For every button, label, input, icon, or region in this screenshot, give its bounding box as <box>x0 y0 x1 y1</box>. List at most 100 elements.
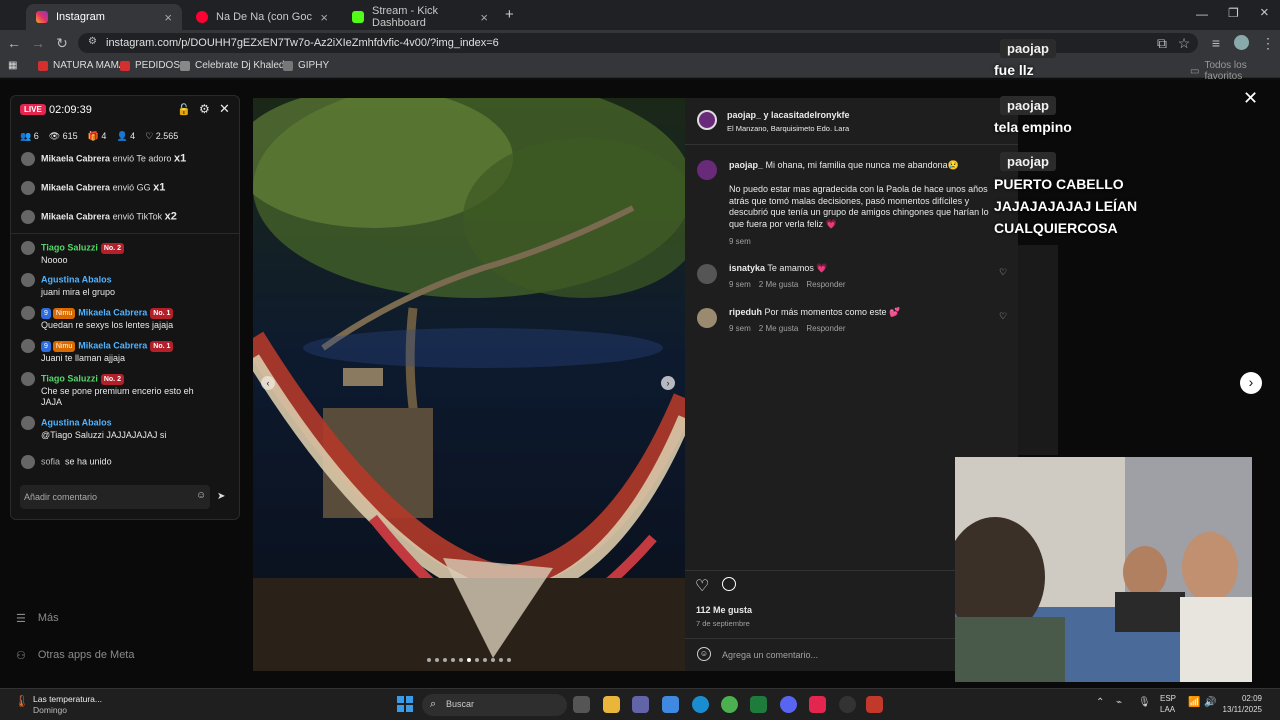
chrome-icon[interactable] <box>721 696 738 713</box>
close-tab-icon[interactable]: × <box>320 10 328 25</box>
likes-count[interactable]: 112 Me gusta <box>696 605 752 617</box>
tray-chevron-icon[interactable]: ⌃ <box>1096 697 1104 708</box>
wifi-icon[interactable]: 📶 <box>1188 697 1200 708</box>
close-window-icon[interactable]: × <box>1260 4 1269 21</box>
carousel-dot <box>507 658 511 662</box>
language-indicator[interactable]: ESP <box>1160 694 1176 703</box>
sidebar-meta-apps-label: Otras apps de Meta <box>37 649 135 661</box>
bookmark-pedidos[interactable]: PEDIDOS <box>120 60 180 71</box>
windows-start-icon[interactable] <box>397 696 413 712</box>
app-icon[interactable] <box>866 696 883 713</box>
tab-instagram[interactable]: Instagram × <box>26 4 182 30</box>
reload-icon[interactable]: ↻ <box>52 33 72 53</box>
comment-1-likes[interactable]: 2 Me gusta <box>759 280 799 289</box>
site-info-icon[interactable]: ⚙ <box>88 36 97 47</box>
new-tab-button[interactable]: + <box>505 6 514 23</box>
emoji-icon[interactable]: ☺ <box>196 490 206 501</box>
post-author[interactable]: paojap_ y lacasitadelronykfe <box>727 110 850 122</box>
overlay-message: tela empino <box>994 119 1072 135</box>
close-icon[interactable]: ✕ <box>219 101 230 117</box>
heart-icon[interactable]: ♡ <box>695 576 709 596</box>
bookmark-label: Celebrate Dj Khaled... <box>195 60 293 71</box>
carousel-dot <box>451 658 455 662</box>
menu-icon[interactable]: ⋮ <box>1258 33 1278 53</box>
obs-icon[interactable] <box>839 696 856 713</box>
all-bookmarks[interactable]: ▭ Todos los favoritos <box>1190 60 1280 82</box>
tab-kick[interactable]: Stream - Kick Dashboard × <box>342 4 498 30</box>
instagram-icon <box>36 11 48 23</box>
add-comment-input[interactable]: Agrega un comentario... <box>722 650 818 660</box>
bookmark-djkhaled[interactable]: Celebrate Dj Khaled... <box>180 60 293 71</box>
next-image-button[interactable]: › <box>661 376 675 390</box>
bookmark-icon <box>120 60 130 71</box>
chat-message: Tiago Saluzzi No. 2 Noooo <box>21 241 236 266</box>
author-avatar[interactable] <box>697 110 717 130</box>
edge-icon[interactable] <box>692 696 709 713</box>
kick-stream-overlay: LIVE 02:09:39 🔓 ⚙ ✕ 👥 6 👁 615 🎁 4 👤 4 ♡ … <box>10 95 240 520</box>
chat-message: Tiago Saluzzi No. 2 Che se pone premium en… <box>21 372 236 408</box>
caption-username[interactable]: paojap_ <box>729 160 763 170</box>
weather-subtitle: Domingo <box>33 705 68 715</box>
commenter-avatar[interactable] <box>697 308 717 328</box>
copilot-icon[interactable] <box>662 696 679 713</box>
comment-2-time: 9 sem <box>729 324 751 333</box>
tiktok-live-icon[interactable] <box>809 696 826 713</box>
bookmark-natura[interactable]: NATURA MAMA <box>38 60 126 71</box>
emoji-icon[interactable]: ☺ <box>697 647 711 661</box>
comment-2-user[interactable]: ripeduh <box>729 307 762 317</box>
profile-avatar[interactable] <box>1234 35 1249 50</box>
close-icon[interactable]: ✕ <box>1243 88 1258 109</box>
network-icon[interactable]: ⌁ <box>1116 697 1122 708</box>
teams-icon[interactable] <box>632 696 649 713</box>
bookmark-giphy[interactable]: GIPHY <box>283 60 329 71</box>
comment-1: isnatyka Te amamos 💗 <box>729 263 828 275</box>
carousel-dot <box>435 658 439 662</box>
file-explorer-icon[interactable] <box>603 696 620 713</box>
comment-icon[interactable] <box>722 577 736 591</box>
mic-icon[interactable]: 🎙 <box>1138 697 1151 708</box>
reading-list-icon[interactable]: ≡ <box>1206 33 1226 53</box>
settings-icon[interactable]: ⚙ <box>199 102 210 116</box>
like-comment-icon[interactable]: ♡ <box>999 267 1007 278</box>
prev-image-button[interactable]: ‹ <box>261 376 275 390</box>
apps-grid-icon[interactable]: ▦ <box>8 60 17 71</box>
close-tab-icon[interactable]: × <box>480 10 488 25</box>
comment-1-reply[interactable]: Responder <box>806 280 845 289</box>
send-icon[interactable]: ➤ <box>217 491 225 502</box>
minimize-icon[interactable]: — <box>1196 7 1208 21</box>
forward-icon[interactable]: → <box>28 33 48 53</box>
discord-icon[interactable] <box>780 696 797 713</box>
like-comment-icon[interactable]: ♡ <box>999 311 1007 322</box>
sidebar-meta-apps[interactable]: ⚇ Otras apps de Meta <box>16 649 134 662</box>
install-app-icon[interactable]: ⧉ <box>1152 33 1172 53</box>
taskbar-search[interactable]: ⌕ Buscar <box>422 694 567 716</box>
meta-apps-icon: ⚇ <box>16 650 26 662</box>
tab-youtube[interactable]: Na De Na (con Gocho "El L × <box>186 4 338 30</box>
page-icon <box>180 60 190 71</box>
gift-row: Mikaela Cabrera envió Te adoro x1 <box>21 152 236 166</box>
chat-input[interactable]: Añadir comentario ☺ <box>20 485 210 509</box>
excel-icon[interactable] <box>750 696 767 713</box>
clock-date[interactable]: 13/11/2025 <box>1215 705 1262 714</box>
post-photo[interactable]: ‹ › <box>253 98 685 671</box>
folder-icon: ▭ <box>1190 65 1200 77</box>
comment-2-reply[interactable]: Responder <box>806 324 845 333</box>
comment-2-likes[interactable]: 2 Me gusta <box>759 324 799 333</box>
divider <box>685 144 1018 145</box>
caption-avatar[interactable] <box>697 160 717 180</box>
task-view-icon[interactable] <box>573 696 590 713</box>
caption-time: 9 sem <box>729 237 751 246</box>
maximize-icon[interactable]: ❐ <box>1228 6 1239 20</box>
commenter-avatar[interactable] <box>697 264 717 284</box>
comment-1-user[interactable]: isnatyka <box>729 263 765 273</box>
sidebar-more[interactable]: ☰ Más <box>16 612 59 625</box>
back-icon[interactable]: ← <box>4 33 24 53</box>
youtube-music-icon <box>196 11 208 23</box>
weather-title[interactable]: Las temperatura... <box>33 694 102 704</box>
clock-time[interactable]: 02:09 <box>1222 694 1262 703</box>
post-location[interactable]: El Manzano, Barquisimeto Edo. Lara <box>727 123 849 135</box>
lock-icon[interactable]: 🔓 <box>177 103 191 116</box>
bookmark-star-icon[interactable]: ☆ <box>1174 33 1194 53</box>
close-tab-icon[interactable]: × <box>164 10 172 25</box>
next-post-button[interactable]: › <box>1240 372 1262 394</box>
